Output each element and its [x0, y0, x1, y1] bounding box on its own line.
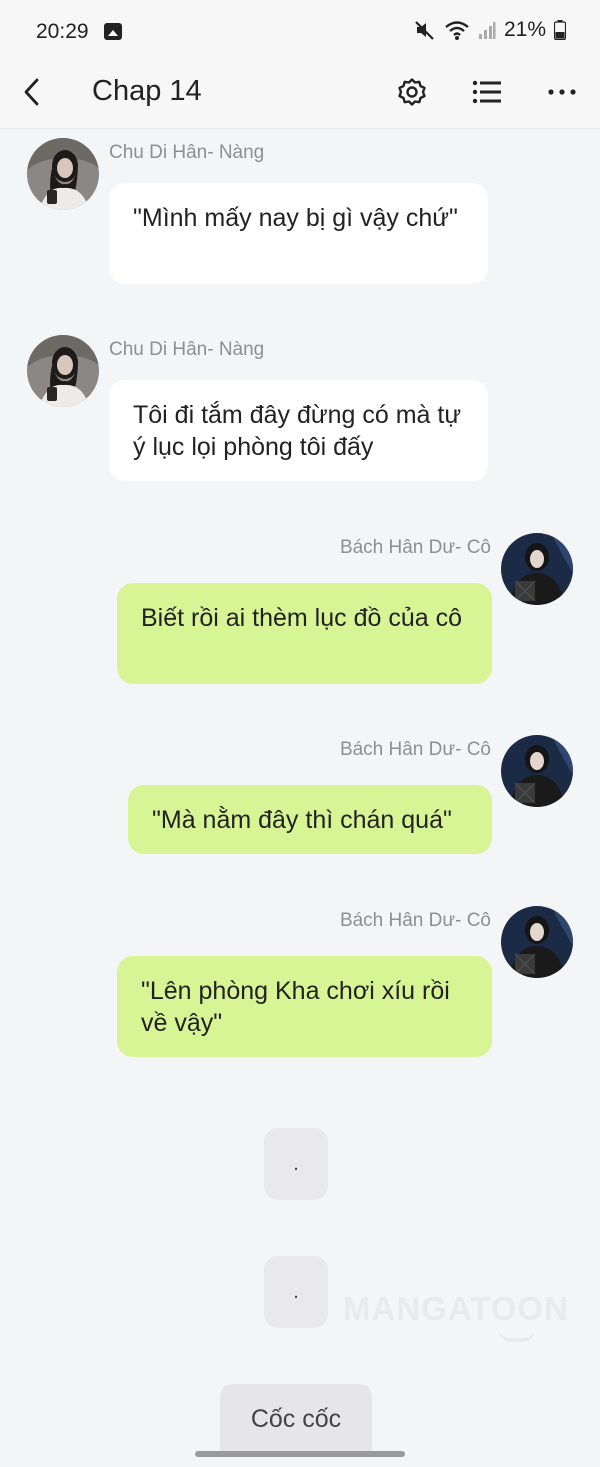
settings-button[interactable]: [392, 72, 432, 112]
message-bubble: Biết rồi ai thèm lục đồ của cô: [117, 583, 492, 684]
gallery-icon: [104, 23, 122, 40]
mute-icon: [414, 19, 436, 41]
more-options-button[interactable]: [542, 72, 582, 112]
signal-icon: [478, 20, 496, 40]
watermark-smile-icon: [499, 1330, 535, 1342]
watermark-logo: MANGATOON: [343, 1290, 569, 1327]
chapter-header: Chap 14: [0, 62, 600, 128]
sender-name: Bách Hân Dư- Cô: [339, 739, 491, 760]
sender-name: Chu Di Hân- Nàng: [109, 142, 265, 163]
status-bar: 20:29 21%: [0, 0, 600, 62]
narration-bubble: .: [264, 1256, 328, 1328]
status-icons: 21%: [414, 18, 566, 42]
status-time: 20:29: [36, 20, 89, 43]
back-arrow-icon: [22, 77, 40, 107]
avatar[interactable]: [501, 533, 573, 605]
battery-percent: 21%: [503, 18, 546, 41]
chapter-list-button[interactable]: [467, 72, 507, 112]
settings-gear-icon: [397, 77, 427, 107]
avatar[interactable]: [27, 335, 99, 407]
avatar[interactable]: [27, 138, 99, 210]
next-action-button[interactable]: Cốc cốc: [220, 1384, 372, 1454]
message-bubble: "Lên phòng Kha chơi xíu rồi về vậy": [117, 956, 492, 1057]
wifi-icon: [444, 19, 470, 41]
sender-name: Chu Di Hân- Nàng: [109, 339, 265, 360]
page-title: Chap 14: [92, 75, 202, 107]
avatar[interactable]: [501, 906, 573, 978]
home-indicator[interactable]: [195, 1451, 405, 1457]
more-dots-icon: [547, 88, 577, 96]
narration-bubble: .: [264, 1128, 328, 1200]
message-bubble: "Mà nằm đây thì chán quá": [128, 785, 492, 854]
sender-name: Bách Hân Dư- Cô: [339, 537, 491, 558]
message-bubble: "Mình mấy nay bị gì vậy chứ": [109, 183, 488, 284]
back-button[interactable]: [14, 72, 48, 112]
sender-name: Bách Hân Dư- Cô: [339, 910, 491, 931]
chat-story-screen: 20:29 21% Chap 14 Chu Di Hân- Nàng "Mình…: [0, 0, 600, 1467]
battery-icon: [554, 20, 566, 40]
avatar[interactable]: [501, 735, 573, 807]
message-bubble: Tôi đi tắm đây đừng có mà tự ý lục lọi p…: [109, 380, 488, 481]
list-icon: [472, 79, 502, 105]
